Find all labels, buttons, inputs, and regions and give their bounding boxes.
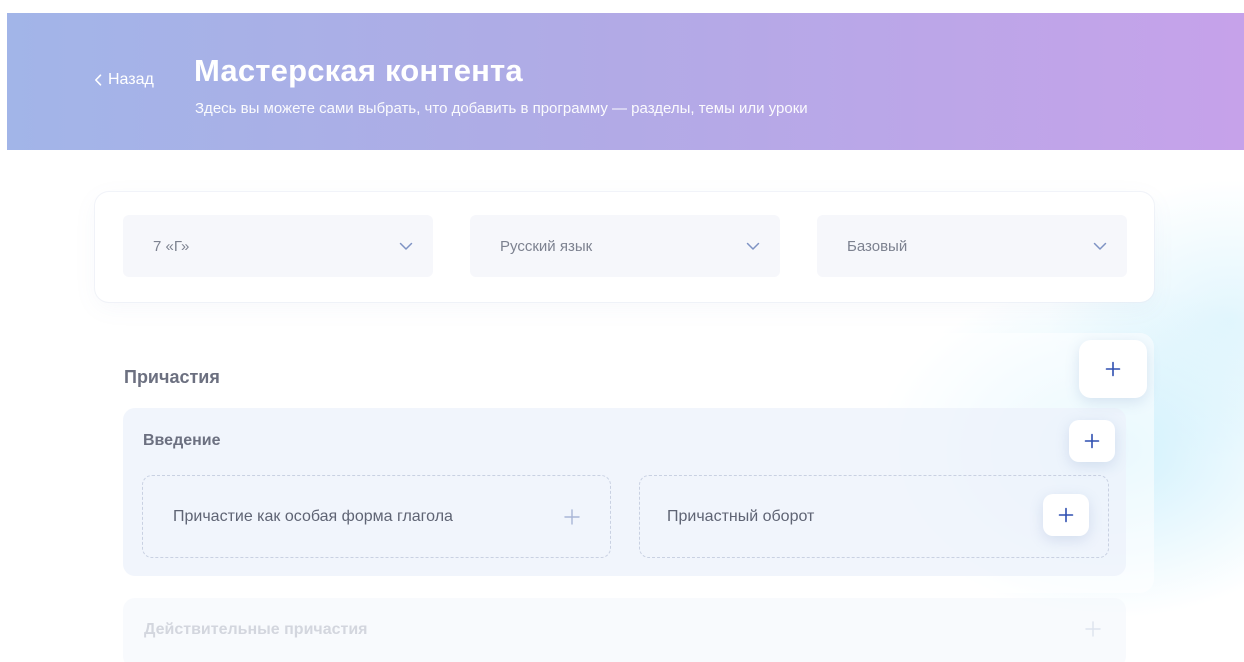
page-title: Мастерская контента — [194, 53, 523, 88]
plus-icon[interactable] — [1084, 620, 1102, 638]
subject-select[interactable]: Русский язык — [470, 215, 780, 277]
back-label: Назад — [108, 71, 154, 88]
chevron-down-icon — [1093, 242, 1107, 250]
lesson-card[interactable]: Причастие как особая форма глагола — [142, 475, 611, 558]
content-workshop-page: Назад Мастерская контента Здесь вы может… — [0, 0, 1244, 662]
add-lesson-button[interactable] — [1043, 494, 1089, 536]
plus-icon — [1084, 433, 1100, 449]
subject-select-value: Русский язык — [500, 237, 593, 255]
add-section-button[interactable] — [1079, 340, 1147, 398]
top-frame — [0, 0, 1244, 13]
chevron-down-icon — [746, 242, 760, 250]
chevron-left-icon — [95, 74, 102, 86]
chevron-down-icon — [399, 242, 413, 250]
class-select[interactable]: 7 «Г» — [123, 215, 433, 277]
next-topic-title: Действительные причастия — [144, 621, 368, 638]
lesson-label: Причастный оборот — [667, 507, 815, 525]
page-subtitle: Здесь вы можете сами выбрать, что добави… — [195, 100, 808, 117]
add-topic-item-button[interactable] — [1069, 420, 1115, 462]
plus-icon — [1058, 507, 1074, 523]
plus-icon[interactable] — [564, 508, 580, 525]
left-frame — [0, 0, 7, 662]
plus-icon — [1105, 361, 1121, 377]
level-select[interactable]: Базовый — [817, 215, 1127, 277]
section-title: Причастия — [124, 367, 220, 387]
filters-panel: 7 «Г» Русский язык Базовый — [95, 192, 1154, 302]
lesson-card[interactable]: Причастный оборот — [639, 475, 1109, 558]
topic-title: Введение — [143, 432, 221, 449]
class-select-value: 7 «Г» — [153, 237, 190, 255]
back-link[interactable]: Назад — [94, 69, 154, 91]
page-header: Назад Мастерская контента Здесь вы может… — [7, 13, 1244, 150]
lesson-label: Причастие как особая форма глагола — [173, 507, 453, 525]
level-select-value: Базовый — [847, 237, 908, 255]
